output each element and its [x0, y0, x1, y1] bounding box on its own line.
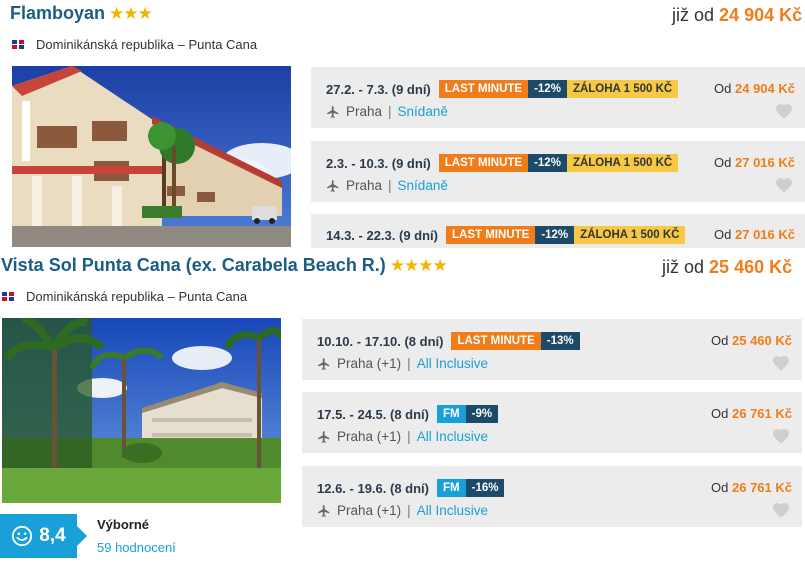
deposit-badge: ZÁLOHA 1 500 KČ: [566, 154, 679, 172]
dates-text: 14.3. - 22.3. (9 dní): [326, 227, 438, 243]
heart-icon[interactable]: [772, 355, 790, 371]
hotel-price-from: již od 25 460 Kč: [662, 257, 792, 278]
hotel-price-from: již od 24 904 Kč: [672, 5, 802, 26]
plane-icon: [327, 179, 339, 192]
offer-dates: 14.3. - 22.3. (9 dní) LAST MINUTE -12% ZÁL…: [326, 226, 686, 244]
star-icon: ★★★★: [389, 256, 448, 275]
offer-dates: 12.6. - 19.6. (8 dní) FM -16%: [317, 479, 505, 497]
last-minute-badge: LAST MINUTE: [438, 80, 529, 98]
offer-price: Od 26 761 Kč: [711, 406, 792, 421]
meal-link[interactable]: Snídaně: [398, 178, 448, 193]
discount-badge: -12%: [535, 226, 575, 244]
offer-price: Od 24 904 Kč: [714, 81, 795, 96]
offer-price: Od 27 016 Kč: [714, 227, 795, 242]
dates-text: 17.5. - 24.5. (8 dní): [317, 406, 429, 422]
heart-icon[interactable]: [775, 103, 793, 119]
offer-dates: 2.3. - 10.3. (9 dní) LAST MINUTE -12% ZÁLO…: [326, 154, 679, 172]
price-value: 25 460 Kč: [709, 257, 793, 277]
hotel-location: Dominikánská republika – Punta Cana: [12, 37, 257, 52]
offer-details: Praha (+1) | All Inclusive: [317, 503, 488, 518]
hotel-photo[interactable]: [2, 318, 281, 503]
rating-label: Výborné: [97, 517, 150, 532]
offer-details: Praha (+1) | All Inclusive: [317, 429, 488, 444]
discount-badge: -12%: [528, 154, 567, 172]
price-prefix: již od: [672, 5, 715, 25]
deposit-badge: ZÁLOHA 1 500 KČ: [574, 226, 686, 244]
offer-row[interactable]: 10.10. - 17.10. (8 dní) LAST MINUTE -13% …: [302, 319, 802, 380]
plane-icon: [327, 105, 339, 118]
dates-text: 27.2. - 7.3. (9 dní): [326, 81, 431, 97]
rating-badge[interactable]: 8,4: [0, 514, 87, 558]
dates-text: 2.3. - 10.3. (9 dní): [326, 155, 431, 171]
offer-row[interactable]: 2.3. - 10.3. (9 dní) LAST MINUTE -12% ZÁLO…: [311, 141, 805, 202]
heart-icon[interactable]: [772, 502, 790, 518]
location-text: Dominikánská republika – Punta Cana: [36, 37, 258, 52]
discount-badge: -13%: [540, 332, 580, 350]
offer-row[interactable]: 12.6. - 19.6. (8 dní) FM -16% Praha (+1) |…: [302, 466, 802, 527]
price-value: 24 904 Kč: [719, 5, 803, 25]
offer-dates: 27.2. - 7.3. (9 dní) LAST MINUTE -12% ZÁLO…: [326, 80, 679, 98]
last-minute-badge: LAST MINUTE: [438, 154, 529, 172]
meal-link[interactable]: All Inclusive: [417, 356, 488, 371]
smile-icon: [12, 525, 33, 547]
flag-dominican-republic-icon: [12, 40, 24, 49]
offer-price: Od 25 460 Kč: [711, 333, 792, 348]
flag-dominican-republic-icon: [2, 292, 14, 301]
discount-badge: -12%: [528, 80, 567, 98]
hotel-location: Dominikánská republika – Punta Cana: [2, 289, 247, 304]
offer-dates: 17.5. - 24.5. (8 dní) FM -9%: [317, 405, 499, 423]
offer-details: Praha | Snídaně: [326, 104, 448, 119]
departure-city: Praha (+1): [337, 356, 402, 371]
offer-row[interactable]: 17.5. - 24.5. (8 dní) FM -9% Praha (+1) | A…: [302, 392, 802, 453]
departure-city: Praha (+1): [337, 503, 402, 518]
price-prefix: již od: [662, 257, 705, 277]
last-minute-badge: LAST MINUTE: [451, 332, 541, 350]
dates-text: 12.6. - 19.6. (8 dní): [317, 480, 429, 496]
meal-link[interactable]: All Inclusive: [417, 429, 488, 444]
departure-city: Praha: [346, 104, 383, 119]
rating-score: 8,4: [39, 525, 66, 546]
offer-dates: 10.10. - 17.10. (8 dní) LAST MINUTE -13%: [317, 332, 580, 350]
hotel-name[interactable]: Vista Sol Punta Cana (ex. Carabela Beach…: [1, 255, 386, 275]
heart-icon[interactable]: [775, 177, 793, 193]
meal-link[interactable]: All Inclusive: [417, 503, 488, 518]
deposit-badge: ZÁLOHA 1 500 KČ: [566, 80, 679, 98]
offer-details: Praha (+1) | All Inclusive: [317, 356, 488, 371]
dates-text: 10.10. - 17.10. (8 dní): [317, 333, 444, 349]
hotel-title[interactable]: Flamboyan ★★★: [10, 3, 153, 24]
last-minute-badge: LAST MINUTE: [446, 226, 536, 244]
first-minute-badge: FM: [437, 405, 466, 423]
hotel-title[interactable]: Vista Sol Punta Cana (ex. Carabela Beach…: [1, 255, 448, 276]
rating-count-link[interactable]: 59 hodnocení: [97, 540, 176, 555]
offer-details: Praha | Snídaně: [326, 178, 448, 193]
offer-row[interactable]: 27.2. - 7.3. (9 dní) LAST MINUTE -12% ZÁLO…: [311, 67, 805, 128]
offer-price: Od 27 016 Kč: [714, 155, 795, 170]
plane-icon: [318, 504, 330, 517]
discount-badge: -9%: [465, 405, 499, 423]
meal-link[interactable]: Snídaně: [398, 104, 448, 119]
heart-icon[interactable]: [772, 428, 790, 444]
star-icon: ★★★: [109, 4, 153, 23]
discount-badge: -16%: [465, 479, 505, 497]
hotel-photo[interactable]: [12, 66, 291, 247]
offer-price: Od 26 761 Kč: [711, 480, 792, 495]
departure-city: Praha (+1): [337, 429, 402, 444]
offer-row[interactable]: 14.3. - 22.3. (9 dní) LAST MINUTE -12% ZÁL…: [311, 214, 805, 248]
plane-icon: [318, 430, 330, 443]
hotel-name[interactable]: Flamboyan: [10, 3, 105, 23]
location-text: Dominikánská republika – Punta Cana: [26, 289, 248, 304]
plane-icon: [318, 357, 330, 370]
departure-city: Praha: [346, 178, 383, 193]
first-minute-badge: FM: [437, 479, 466, 497]
